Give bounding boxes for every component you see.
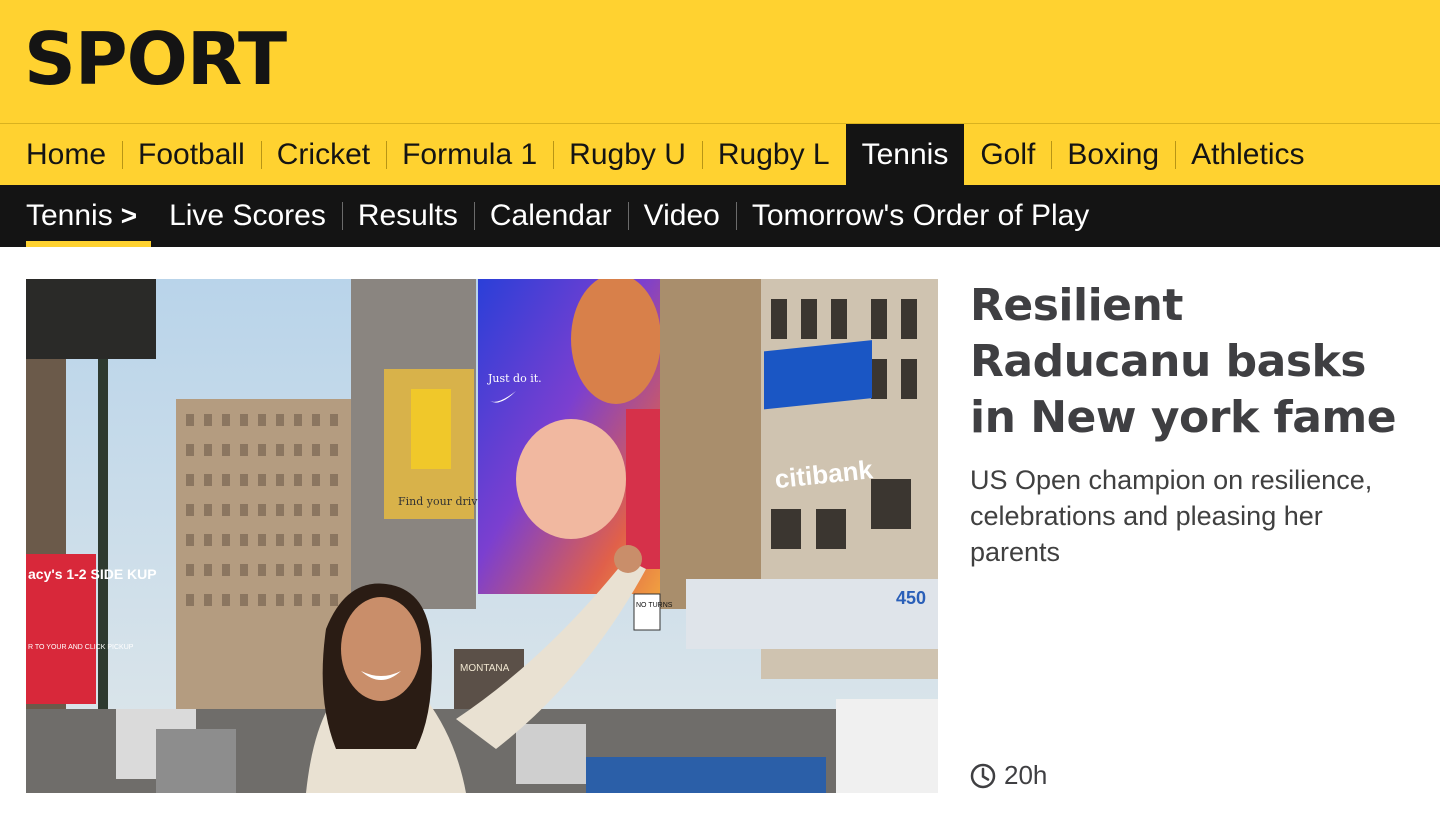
- secondary-nav: Tennis > Live Scores Results Calendar Vi…: [0, 185, 1440, 247]
- timestamp-label: 20h: [1004, 760, 1048, 790]
- subnav-item-order-of-play[interactable]: Tomorrow's Order of Play: [735, 185, 1106, 247]
- subnav-section-label: Tennis: [26, 199, 113, 232]
- story-image[interactable]: Find your drive Just do it. citibank 450…: [26, 279, 938, 793]
- store-sign: acy's 1-2 SIDE KUP: [28, 566, 157, 582]
- poster-text: Find your drive: [398, 495, 484, 508]
- nav-item-golf[interactable]: Golf: [964, 124, 1051, 185]
- billboard-slogan: Just do it.: [487, 372, 542, 385]
- street-sign: NO TURNS: [636, 602, 673, 609]
- story-summary: US Open champion on resilience, celebrat…: [970, 465, 1373, 567]
- nav-item-rugby-union[interactable]: Rugby U: [553, 124, 702, 185]
- primary-nav: Home Football Cricket Formula 1 Rugby U …: [0, 123, 1440, 185]
- masthead: SPORT: [0, 0, 1440, 123]
- subnav-section-tennis[interactable]: Tennis >: [10, 185, 153, 247]
- subnav-item-video[interactable]: Video: [627, 185, 736, 247]
- chevron-right-icon: >: [120, 200, 138, 231]
- nav-item-home[interactable]: Home: [10, 124, 122, 185]
- building-number: 450: [896, 588, 926, 608]
- nav-item-athletics[interactable]: Athletics: [1175, 124, 1320, 185]
- story-timestamp: 20h: [970, 760, 1047, 791]
- sport-logo[interactable]: SPORT: [24, 14, 287, 104]
- subnav-item-results[interactable]: Results: [341, 185, 474, 247]
- nav-item-tennis[interactable]: Tennis: [845, 124, 965, 185]
- story-headline[interactable]: Resilient Raducanu basks in New york fam…: [970, 278, 1420, 446]
- nav-item-boxing[interactable]: Boxing: [1051, 124, 1175, 185]
- nav-item-rugby-league[interactable]: Rugby L: [701, 124, 846, 185]
- nav-item-formula-1[interactable]: Formula 1: [386, 124, 553, 185]
- nav-item-cricket[interactable]: Cricket: [260, 124, 386, 185]
- theatre-sign: MONTANA: [460, 663, 510, 674]
- clock-icon: [970, 763, 996, 788]
- subnav-item-live-scores[interactable]: Live Scores: [153, 185, 342, 247]
- subnav-item-calendar[interactable]: Calendar: [473, 185, 628, 247]
- nav-item-football[interactable]: Football: [122, 124, 261, 185]
- store-sign-small: R TO YOUR AND CLICK PICKUP: [28, 644, 134, 651]
